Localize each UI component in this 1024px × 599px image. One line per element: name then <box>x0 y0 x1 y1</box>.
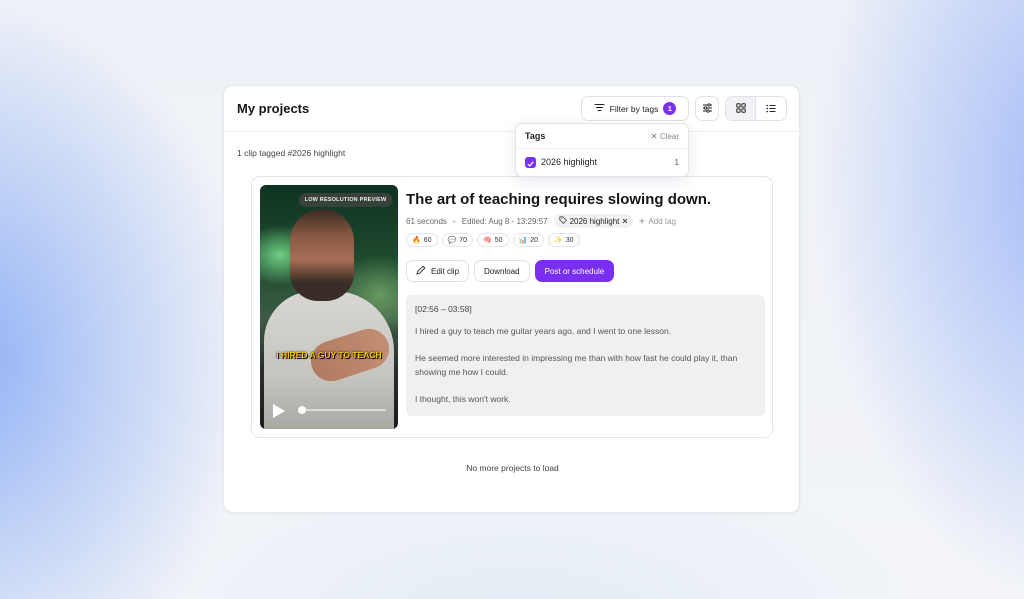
clear-tags-button[interactable]: Clear <box>651 132 679 141</box>
filter-count-badge: 1 <box>663 102 677 115</box>
clear-label: Clear <box>659 132 679 141</box>
transcript-box: [02:56 – 03:58] I hired a guy to teach m… <box>406 295 765 416</box>
tag-chip-label: 2026 highlight <box>569 216 620 226</box>
low-res-badge: LOW RESOLUTION PREVIEW <box>299 193 392 207</box>
transcript-timestamp: [02:56 – 03:58] <box>415 304 472 314</box>
close-icon <box>651 132 657 141</box>
score-chip: 🔥 60 <box>406 233 438 247</box>
transcript-paragraph: I hired a guy to teach me guitar years a… <box>415 325 672 336</box>
tag-option-label: 2026 highlight <box>541 157 598 167</box>
list-icon <box>766 100 776 118</box>
download-button[interactable]: Download <box>474 260 530 282</box>
end-of-list-message: No more projects to load <box>466 463 559 473</box>
score-value: 20 <box>530 236 539 244</box>
panel-header: My projects Filter by tags 1 <box>224 86 799 132</box>
score-chip: 🧠 50 <box>477 233 509 247</box>
speaker-head <box>290 209 354 301</box>
tag-chip[interactable]: 2026 highlight <box>553 214 634 228</box>
fire-icon: 🔥 <box>412 237 421 244</box>
chat-icon: 💬 <box>447 237 457 244</box>
pencil-icon <box>416 265 426 277</box>
display-settings-button[interactable] <box>695 96 719 121</box>
clip-edited: Edited: Aug 8 - 13:29:57 <box>461 216 548 226</box>
filter-label: Filter by tags <box>609 103 659 114</box>
score-chip: ✨ 30 <box>548 233 580 247</box>
transcript-paragraph: I thought, this won't work. <box>415 394 511 404</box>
plus-icon <box>639 217 645 226</box>
score-chip: 📊 20 <box>512 233 545 247</box>
view-toggle <box>725 96 787 121</box>
chart-icon: 📊 <box>518 237 528 244</box>
score-value: 30 <box>565 236 574 244</box>
transcript-paragraph: He seemed more interested in impressing … <box>415 353 738 377</box>
scrub-bar[interactable] <box>298 409 386 411</box>
clip-actions: Edit clip Download Post or schedule <box>406 260 615 282</box>
sparkle-icon: ✨ <box>554 237 563 244</box>
add-tag-label: Add tag <box>648 216 676 226</box>
tags-dropdown-header: Tags Clear <box>516 124 688 149</box>
clip-title: The art of teaching requires slowing dow… <box>406 191 712 208</box>
grid-icon <box>735 100 746 118</box>
score-value: 60 <box>423 236 432 244</box>
video-caption: I HIRED A GUY TO TEACH <box>276 350 382 360</box>
checkbox[interactable] <box>525 157 536 168</box>
score-value: 50 <box>494 236 503 244</box>
edit-clip-button[interactable]: Edit clip <box>406 260 470 282</box>
projects-panel: My projects Filter by tags 1 1 clip tagg… <box>223 85 800 513</box>
separator-dot: • <box>452 216 456 226</box>
check-icon <box>527 154 534 172</box>
tag-option[interactable]: 2026 highlight 1 <box>516 149 688 177</box>
add-tag-button[interactable]: Add tag <box>639 217 676 226</box>
post-or-schedule-button[interactable]: Post or schedule <box>534 260 615 282</box>
tags-dropdown-title: Tags <box>525 131 546 141</box>
list-view-button[interactable] <box>756 97 786 120</box>
video-preview[interactable]: LOW RESOLUTION PREVIEW I HIRED A GUY TO … <box>260 185 398 429</box>
tag-icon <box>558 216 567 226</box>
scrub-handle[interactable] <box>298 406 306 414</box>
filter-by-tags-button[interactable]: Filter by tags 1 <box>581 96 689 121</box>
sliders-icon <box>702 100 713 118</box>
clip-meta: 61 seconds • Edited: Aug 8 - 13:29:57 20… <box>406 214 676 228</box>
brain-icon: 🧠 <box>483 237 492 244</box>
clip-duration: 61 seconds <box>406 216 447 226</box>
edit-clip-label: Edit clip <box>431 266 460 276</box>
play-icon[interactable] <box>272 403 286 424</box>
filter-icon <box>594 103 605 114</box>
remove-tag-icon[interactable] <box>622 217 628 226</box>
score-chip: 💬 70 <box>441 233 474 247</box>
score-chips: 🔥 60 💬 70 🧠 50 📊 20 ✨ 30 <box>406 233 580 247</box>
filter-summary: 1 clip tagged #2026 highlight <box>237 148 346 158</box>
clip-card: LOW RESOLUTION PREVIEW I HIRED A GUY TO … <box>251 176 773 438</box>
score-value: 70 <box>459 236 468 244</box>
grid-view-button[interactable] <box>726 97 757 120</box>
tags-dropdown: Tags Clear 2026 highlight 1 <box>515 123 689 177</box>
tag-option-count: 1 <box>674 158 679 167</box>
page-title: My projects <box>237 101 310 116</box>
